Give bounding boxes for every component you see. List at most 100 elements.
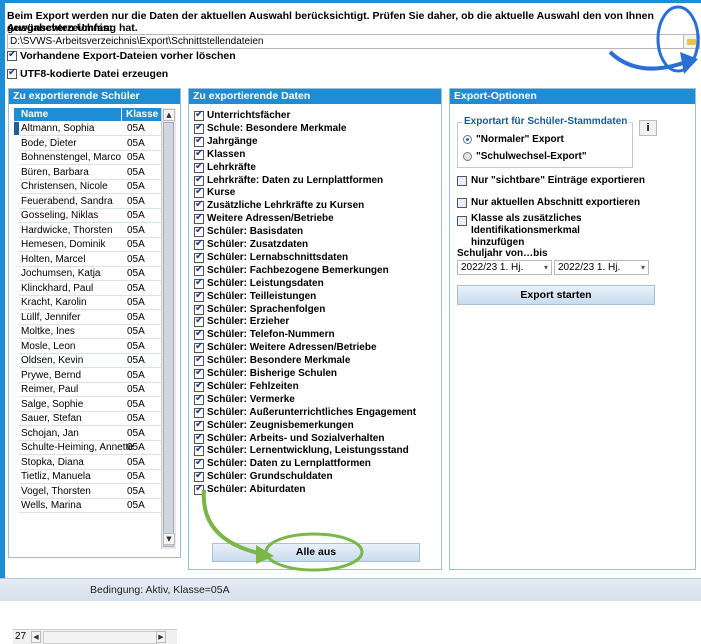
table-row[interactable]: Gosseling, Niklas 05A: [14, 209, 166, 222]
checkbox[interactable]: [194, 186, 204, 199]
checkbox[interactable]: [194, 341, 204, 354]
checkbox[interactable]: [194, 303, 204, 315]
checkbox[interactable]: [194, 444, 204, 457]
row-selector[interactable]: [14, 209, 19, 222]
row-selector[interactable]: [14, 485, 19, 498]
checkbox[interactable]: [194, 457, 204, 470]
checkbox[interactable]: [457, 216, 467, 226]
checkbox[interactable]: [194, 264, 204, 276]
table-row[interactable]: Hemesen, Dominik 05A: [14, 238, 166, 251]
table-row[interactable]: Christensen, Nicole 05A: [14, 180, 166, 193]
row-selector[interactable]: [14, 325, 19, 338]
table-row[interactable]: Oldsen, Kevin 05A: [14, 354, 166, 367]
table-row[interactable]: Sauer, Stefan 05A: [14, 412, 166, 425]
checkbox[interactable]: [194, 419, 204, 431]
table-row[interactable]: Bode, Dieter 05A: [14, 137, 166, 150]
checkbox[interactable]: [194, 199, 204, 212]
table-row[interactable]: Lüllf, Jennifer 05A: [14, 311, 166, 324]
row-selector[interactable]: [14, 499, 19, 512]
table-row[interactable]: Wells, Marina 05A: [14, 499, 166, 512]
students-scrollbar[interactable]: ▲ ▼: [161, 108, 176, 549]
scroll-left-icon[interactable]: ◀: [31, 631, 41, 643]
table-row[interactable]: Salge, Sophie 05A: [14, 398, 166, 411]
checkbox[interactable]: [194, 148, 204, 160]
students-grid[interactable]: Name Klasse Altmann, Sophia 05A Bode, Diet…: [14, 108, 178, 528]
schuljahr-bis-select[interactable]: 2022/23 1. Hj. ▾: [554, 260, 649, 275]
checkbox[interactable]: [194, 367, 204, 379]
row-selector[interactable]: [14, 195, 19, 208]
row-selector[interactable]: [14, 296, 19, 309]
table-row[interactable]: Holten, Marcel 05A: [14, 253, 166, 266]
checkbox[interactable]: [457, 198, 467, 208]
row-selector[interactable]: [14, 456, 19, 469]
checkbox[interactable]: [194, 122, 204, 134]
hscroll-track[interactable]: [43, 631, 157, 644]
table-row[interactable]: Bohnenstengel, Marco 05A: [14, 151, 166, 164]
col-header-name[interactable]: Name: [14, 108, 121, 121]
checkbox[interactable]: [194, 354, 204, 367]
output-dir-input[interactable]: D:\SVWS-Arbeitsverzeichnis\Export\Schnit…: [7, 34, 687, 49]
row-selector[interactable]: [14, 180, 19, 193]
row-selector[interactable]: [14, 253, 19, 266]
table-row[interactable]: Schojan, Jan 05A: [14, 427, 166, 440]
checkbox[interactable]: [194, 380, 204, 392]
checkbox[interactable]: [194, 135, 204, 147]
checkbox[interactable]: [194, 238, 204, 250]
checkbox[interactable]: [194, 251, 204, 263]
scroll-right-icon[interactable]: ▶: [156, 631, 166, 643]
scroll-up-icon[interactable]: ▲: [163, 109, 175, 121]
table-row[interactable]: Stopka, Diana 05A: [14, 456, 166, 469]
checkbox[interactable]: [194, 432, 204, 444]
checkbox[interactable]: [7, 49, 17, 61]
export-start-button[interactable]: Export starten: [457, 285, 655, 305]
checkbox[interactable]: [194, 328, 204, 341]
table-row[interactable]: Vogel, Thorsten 05A: [14, 485, 166, 498]
table-row[interactable]: Hardwicke, Thorsten 05A: [14, 224, 166, 237]
checkbox[interactable]: [194, 212, 204, 225]
checkbox[interactable]: [194, 290, 204, 302]
row-selector[interactable]: [14, 470, 19, 483]
checkbox[interactable]: [194, 315, 204, 328]
table-row[interactable]: Reimer, Paul 05A: [14, 383, 166, 396]
table-row[interactable]: Kracht, Karolin 05A: [14, 296, 166, 309]
row-selector[interactable]: [14, 340, 19, 353]
info-button[interactable]: i: [639, 120, 657, 136]
checkbox[interactable]: [194, 161, 204, 173]
row-selector[interactable]: [14, 398, 19, 411]
table-row[interactable]: Mosle, Leon 05A: [14, 340, 166, 353]
row-selector[interactable]: [14, 383, 19, 396]
scroll-thumb[interactable]: [163, 122, 174, 547]
row-selector[interactable]: [14, 282, 19, 295]
row-selector[interactable]: [14, 369, 19, 382]
row-selector[interactable]: [14, 441, 19, 454]
row-selector[interactable]: [14, 354, 19, 367]
table-row[interactable]: Prywe, Bernd 05A: [14, 369, 166, 382]
checkbox[interactable]: [194, 277, 204, 289]
row-selector[interactable]: [14, 137, 19, 150]
checkbox[interactable]: [194, 393, 204, 405]
table-row[interactable]: Feuerabend, Sandra 05A: [14, 195, 166, 208]
checkbox[interactable]: [194, 174, 204, 186]
col-header-klasse[interactable]: Klasse: [122, 108, 164, 121]
row-selector[interactable]: [14, 427, 19, 440]
row-selector[interactable]: [14, 166, 19, 179]
row-selector[interactable]: [14, 267, 19, 280]
table-row[interactable]: Moltke, Ines 05A: [14, 325, 166, 338]
schuljahr-von-select[interactable]: 2022/23 1. Hj. ▾: [457, 260, 552, 275]
table-row[interactable]: Klinckhard, Paul 05A: [14, 282, 166, 295]
row-selector[interactable]: [14, 224, 19, 237]
row-selector[interactable]: [14, 122, 19, 135]
checkbox[interactable]: [194, 225, 204, 238]
checkbox[interactable]: [194, 406, 204, 418]
table-row[interactable]: Schulte-Heiming, Annette 05A: [14, 441, 166, 454]
row-selector[interactable]: [14, 311, 19, 324]
checkbox[interactable]: [7, 67, 17, 79]
table-row[interactable]: Altmann, Sophia 05A: [14, 122, 166, 135]
table-row[interactable]: Tietliz, Manuela 05A: [14, 470, 166, 483]
checkbox[interactable]: [194, 470, 204, 483]
row-selector[interactable]: [14, 151, 19, 164]
radio[interactable]: [463, 135, 472, 144]
checkbox[interactable]: [457, 176, 467, 186]
table-row[interactable]: Büren, Barbara 05A: [14, 166, 166, 179]
radio[interactable]: [463, 152, 472, 161]
